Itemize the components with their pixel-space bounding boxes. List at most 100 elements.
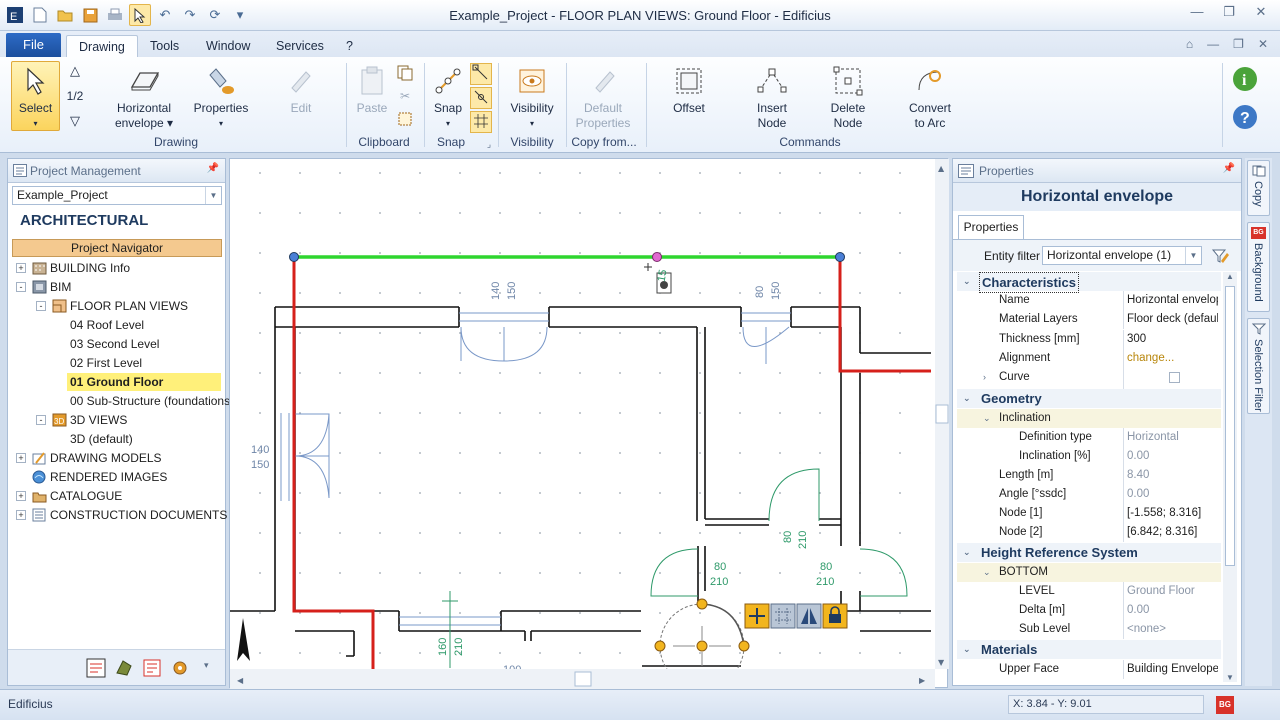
tree-item-rendered-images[interactable]: RENDERED IMAGES — [50, 468, 167, 486]
collapse-icon[interactable]: ⌄ — [983, 563, 991, 582]
subcategory-inclination[interactable]: ⌄ Inclination — [957, 409, 1221, 428]
select-tool[interactable]: Select ▾ — [11, 65, 60, 131]
collapse-icon[interactable]: ⌄ — [963, 389, 971, 408]
doc-close-icon[interactable]: ✕ — [1258, 37, 1268, 51]
property-sub-level[interactable]: Sub Level <none> — [957, 620, 1221, 639]
snap-endpoint-icon[interactable] — [470, 63, 492, 85]
property-delta[interactable]: Delta [m] 0.00 — [957, 601, 1221, 620]
chevron-down-icon[interactable]: ▾ — [204, 660, 209, 671]
help-icon[interactable]: ? — [1230, 103, 1260, 135]
expand-icon[interactable]: › — [983, 368, 986, 387]
collapse-icon[interactable]: ⌄ — [983, 409, 991, 428]
property-thickness[interactable]: Thickness [mm] 300 — [957, 330, 1221, 349]
doc-minimize-icon[interactable]: — — [1207, 37, 1219, 51]
horizontal-envelope-button[interactable]: Horizontal envelope ▾ — [108, 65, 180, 131]
background-badge[interactable]: BG — [1216, 696, 1234, 714]
category-height-reference[interactable]: ⌄ Height Reference System — [957, 543, 1221, 562]
tree-item-roof-level[interactable]: 04 Roof Level — [70, 316, 144, 334]
tree-item-3d-views[interactable]: 3D VIEWS — [70, 411, 127, 429]
properties-scroll-thumb[interactable] — [1225, 286, 1235, 566]
subcategory-bottom[interactable]: ⌄ BOTTOM — [957, 563, 1221, 582]
collapse-icon[interactable]: - — [16, 282, 26, 292]
offset-button[interactable]: Offset — [662, 65, 716, 116]
scroll-up-icon[interactable]: ▲ — [938, 164, 945, 173]
project-navigator-button[interactable]: Project Navigator — [12, 239, 222, 257]
up-triangle-icon[interactable]: △ — [64, 63, 86, 78]
doc-restore-icon[interactable]: ❐ — [1233, 37, 1244, 51]
pin-icon[interactable]: 📌 — [207, 163, 219, 174]
maximize-icon[interactable]: ❐ — [1214, 2, 1244, 24]
scroll-right-icon[interactable]: ▶ — [919, 676, 926, 685]
expand-icon[interactable]: + — [16, 510, 26, 520]
collapse-icon[interactable]: ⌄ — [963, 543, 971, 562]
chevron-down-icon[interactable]: ▼ — [205, 187, 221, 204]
expand-icon[interactable]: + — [16, 491, 26, 501]
floor-plan-drawing[interactable]: 15 140 150 80 150 140 150 80 210 80 210 … — [230, 159, 949, 689]
side-tab-selection-filter[interactable]: Selection Filter — [1247, 318, 1270, 414]
info-icon[interactable]: i — [1230, 65, 1260, 97]
property-node-1[interactable]: Node [1] [-1.558; 8.316] — [957, 504, 1221, 523]
tools-gear-icon[interactable] — [170, 658, 190, 678]
project-combo[interactable]: Example_Project ▼ — [12, 186, 222, 205]
snap-dialog-launcher-icon[interactable]: ⌟ — [484, 137, 494, 152]
tree-item-catalogue[interactable]: CATALOGUE — [50, 487, 122, 505]
tree-item-sub-structure[interactable]: 00 Sub-Structure (foundations) — [70, 392, 234, 410]
node-handle[interactable] — [289, 252, 299, 262]
down-triangle-icon[interactable]: ▽ — [64, 113, 86, 128]
close-icon[interactable]: ✕ — [1246, 2, 1276, 24]
property-length[interactable]: Length [m] 8.40 — [957, 466, 1221, 485]
ribbon-collapse-icon[interactable]: ⌂ — [1186, 37, 1193, 51]
documents-icon[interactable] — [142, 658, 162, 678]
node-handle[interactable] — [652, 252, 662, 262]
materials-icon[interactable] — [114, 658, 134, 678]
delete-node-button[interactable]: Delete Node — [818, 65, 878, 131]
tree-item-building-info[interactable]: BUILDING Info — [50, 259, 130, 277]
paste-special-icon[interactable] — [396, 111, 414, 131]
property-curve[interactable]: › Curve — [957, 368, 1221, 390]
side-tab-copy[interactable]: Copy — [1247, 160, 1270, 216]
property-definition-type[interactable]: Definition type Horizontal — [957, 428, 1221, 447]
mirror-icon[interactable] — [796, 603, 822, 629]
tree-item-ground-floor[interactable]: 01 Ground Floor — [67, 373, 221, 391]
category-materials[interactable]: ⌄ Materials — [957, 640, 1221, 659]
vertical-scroll-thumb[interactable] — [935, 404, 949, 424]
paste-button[interactable]: Paste — [352, 65, 392, 116]
scroll-up-icon[interactable]: ▲ — [1223, 272, 1237, 281]
property-name[interactable]: NameHorizontal envelope — [957, 291, 1221, 310]
property-level[interactable]: LEVEL Ground Floor — [957, 582, 1221, 601]
cut-scissors-icon[interactable]: ✂ — [396, 89, 414, 104]
tab-properties[interactable]: Properties — [958, 215, 1024, 239]
entity-filter-combo[interactable]: Horizontal envelope (1) ▼ — [1042, 246, 1202, 265]
tab-help[interactable]: ? — [334, 35, 365, 58]
insert-node-button[interactable]: Insert Node — [742, 65, 802, 131]
file-menu-button[interactable]: File — [6, 33, 61, 57]
snap-button[interactable]: Snap ▾ — [428, 65, 468, 131]
snap-midpoint-icon[interactable] — [470, 87, 492, 109]
scroll-down-icon[interactable]: ▼ — [938, 658, 945, 667]
property-node-2[interactable]: Node [2] [6.842; 8.316] — [957, 523, 1221, 542]
collapse-icon[interactable]: - — [36, 415, 46, 425]
curve-checkbox[interactable] — [1169, 372, 1180, 383]
tab-tools[interactable]: Tools — [138, 35, 191, 58]
tab-services[interactable]: Services — [264, 35, 336, 58]
properties-button[interactable]: Properties ▾ — [190, 65, 252, 131]
filter-edit-icon[interactable] — [1211, 247, 1229, 265]
tree-item-second-level[interactable]: 03 Second Level — [70, 335, 159, 353]
convert-to-arc-button[interactable]: Convert to Arc — [898, 65, 962, 131]
navigator-icon[interactable] — [86, 658, 106, 678]
scroll-left-icon[interactable]: ◀ — [237, 676, 244, 685]
tree-item-drawing-models[interactable]: DRAWING MODELS — [50, 449, 162, 467]
collapse-icon[interactable]: - — [36, 301, 46, 311]
node-handle[interactable] — [835, 252, 845, 262]
minimize-icon[interactable]: — — [1182, 2, 1212, 24]
category-geometry[interactable]: ⌄ Geometry — [957, 389, 1221, 408]
scroll-down-icon[interactable]: ▼ — [1223, 673, 1237, 682]
horizontal-scroll-thumb[interactable] — [574, 671, 592, 687]
tree-item-floor-plan-views[interactable]: FLOOR PLAN VIEWS — [70, 297, 188, 315]
drawing-canvas[interactable]: 15 140 150 80 150 140 150 80 210 80 210 … — [229, 158, 949, 689]
property-upper-face[interactable]: Upper Face Building Envelope ( — [957, 660, 1221, 679]
property-alignment[interactable]: Alignment change... — [957, 349, 1221, 368]
tab-window[interactable]: Window — [194, 35, 262, 58]
expand-icon[interactable]: + — [16, 453, 26, 463]
property-inclination-percent[interactable]: Inclination [%] 0.00 — [957, 447, 1221, 466]
